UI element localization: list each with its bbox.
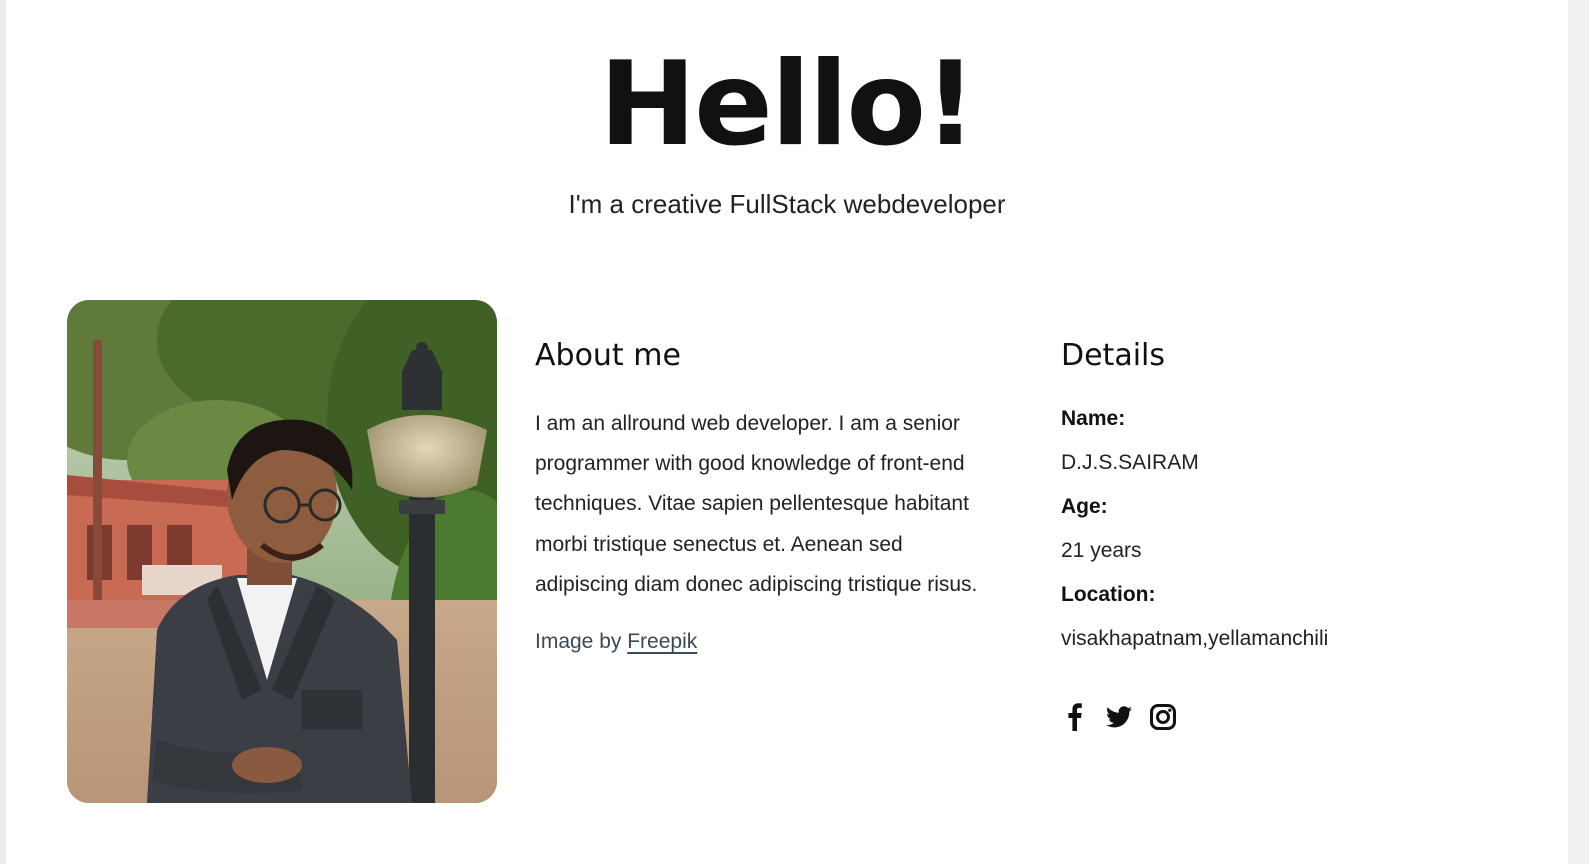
about-text: I am an allround web developer. I am a s… xyxy=(535,412,978,596)
credit-prefix: Image by xyxy=(535,630,628,654)
page: Hello! I'm a creative FullStack webdevel… xyxy=(6,0,1568,864)
name-value: D.J.S.SAIRAM xyxy=(1061,451,1199,474)
details-heading: Details xyxy=(1061,338,1166,373)
social-links xyxy=(1061,700,1177,734)
facebook-icon[interactable] xyxy=(1061,700,1089,734)
hero-subtitle: I'm a creative FullStack webdeveloper xyxy=(568,189,1006,219)
freepik-link[interactable]: Freepik xyxy=(627,630,697,653)
image-credit: Image by Freepik xyxy=(535,627,990,657)
age-label: Age: xyxy=(1061,495,1108,518)
location-label: Location: xyxy=(1061,583,1156,606)
profile-photo xyxy=(67,300,497,803)
hero-title: Hello! xyxy=(599,37,977,172)
about-heading: About me xyxy=(535,338,681,373)
instagram-icon[interactable] xyxy=(1149,700,1177,734)
name-label: Name: xyxy=(1061,407,1126,430)
twitter-icon[interactable] xyxy=(1105,700,1133,734)
scrollbar[interactable] xyxy=(1568,0,1589,864)
location-value: visakhapatnam,yellamanchili xyxy=(1061,627,1329,650)
about-section: About me I am an allround web developer.… xyxy=(535,334,990,657)
details-section: Details Name: D.J.S.SAIRAM Age: 21 years… xyxy=(1061,334,1481,668)
age-value: 21 years xyxy=(1061,539,1142,562)
